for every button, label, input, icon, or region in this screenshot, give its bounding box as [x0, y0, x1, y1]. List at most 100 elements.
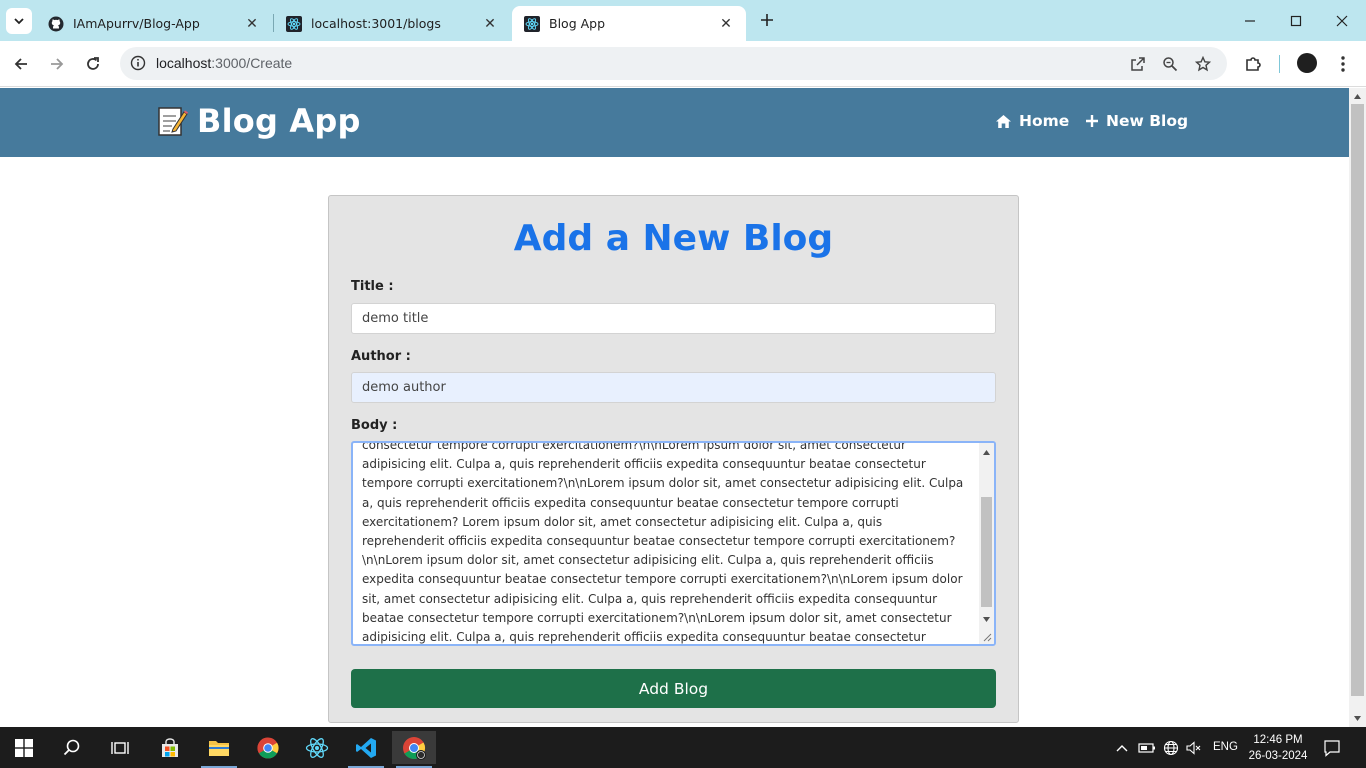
url-text: localhost:3000/Create: [156, 55, 292, 71]
brand-logo[interactable]: Blog App: [156, 102, 361, 140]
taskbar-store[interactable]: [148, 731, 192, 764]
tab-search-button[interactable]: [6, 8, 32, 34]
task-view-button[interactable]: [98, 731, 142, 764]
browser-tab-strip: IAmApurrv/Blog-App ✕ localhost:3001/blog…: [0, 0, 1366, 41]
brand-name: Blog App: [197, 102, 361, 140]
arrow-left-icon: [14, 58, 27, 70]
vscode-icon: [356, 737, 376, 758]
textarea-scrollbar[interactable]: [979, 443, 994, 644]
clock-time: 12:46 PM: [1253, 734, 1303, 746]
address-bar[interactable]: localhost:3000/Create: [120, 47, 1227, 80]
zoom-icon[interactable]: [1159, 53, 1181, 75]
nav-new-blog-label: New Blog: [1106, 112, 1189, 130]
plus-icon: [1086, 115, 1098, 127]
open-in-app-icon[interactable]: [1127, 53, 1149, 75]
folder-icon: [209, 740, 229, 756]
browser-tab-blogs[interactable]: localhost:3001/blogs ✕: [274, 6, 510, 41]
input-language[interactable]: ENG: [1213, 741, 1238, 753]
react-icon: [305, 737, 329, 758]
bookmark-star-icon[interactable]: [1192, 53, 1214, 75]
maximize-button[interactable]: [1283, 8, 1309, 34]
chrome-icon: [257, 737, 279, 759]
app-navbar: Blog App Home New Blog: [0, 88, 1349, 157]
body-label: Body :: [351, 418, 398, 433]
page-viewport: Blog App Home New Blog Add a New Blog Ti…: [0, 88, 1349, 727]
minimize-button[interactable]: [1237, 8, 1263, 34]
add-blog-button[interactable]: Add Blog: [351, 669, 996, 708]
tab-title: Blog App: [549, 16, 606, 31]
tab-title: localhost:3001/blogs: [311, 16, 441, 31]
reload-button[interactable]: [80, 51, 106, 77]
browser-tab-github[interactable]: IAmApurrv/Blog-App ✕: [36, 6, 272, 41]
github-icon: [48, 16, 64, 32]
scroll-down-icon[interactable]: [1353, 714, 1362, 723]
title-input[interactable]: demo title: [351, 303, 996, 334]
url-host: localhost: [156, 55, 212, 71]
taskbar-search-button[interactable]: [50, 731, 94, 764]
new-tab-button[interactable]: [756, 10, 778, 32]
arrow-right-icon: [51, 58, 64, 70]
taskbar-react-app[interactable]: [295, 731, 339, 764]
network-globe-icon[interactable]: [1162, 739, 1180, 757]
body-textarea[interactable]: consectetur tempore corrupti exercitatio…: [351, 441, 996, 646]
author-input[interactable]: demo author: [351, 372, 996, 403]
nav-home-label: Home: [1019, 112, 1070, 130]
taskbar-file-explorer[interactable]: [197, 731, 241, 768]
battery-icon[interactable]: [1138, 739, 1156, 757]
profile-avatar[interactable]: [1297, 53, 1317, 73]
browser-menu-button[interactable]: [1330, 51, 1356, 77]
chrome-icon: [403, 736, 426, 760]
maximize-icon: [1290, 15, 1302, 27]
forward-button[interactable]: [44, 51, 70, 77]
chevron-down-icon: [14, 18, 24, 25]
volume-muted-icon[interactable]: [1185, 739, 1203, 757]
page-scrollbar[interactable]: [1349, 88, 1366, 727]
scroll-up-icon[interactable]: [982, 448, 991, 457]
title-label: Title :: [351, 279, 394, 294]
reload-icon: [87, 57, 99, 70]
microsoft-store-icon: [162, 737, 178, 757]
puzzle-icon: [1246, 57, 1261, 71]
notification-center-icon[interactable]: [1323, 739, 1341, 757]
home-icon: [996, 114, 1011, 128]
memo-emoji-icon: [158, 107, 188, 136]
nav-home-link[interactable]: Home: [995, 112, 1069, 130]
scroll-down-icon[interactable]: [982, 615, 991, 624]
toolbar-divider: [1279, 55, 1280, 73]
start-button[interactable]: [2, 731, 46, 764]
clock-date: 26-03-2024: [1248, 750, 1308, 762]
close-icon[interactable]: ✕: [482, 16, 498, 32]
create-blog-form: Add a New Blog Title : demo title Author…: [328, 195, 1019, 723]
taskbar-chrome-active[interactable]: [392, 731, 436, 768]
close-icon[interactable]: ✕: [718, 16, 734, 32]
tray-overflow-icon[interactable]: [1113, 739, 1131, 757]
react-icon: [286, 15, 302, 32]
minimize-icon: [1245, 20, 1255, 22]
extensions-button[interactable]: [1240, 51, 1266, 77]
tab-title: IAmApurrv/Blog-App: [73, 16, 200, 31]
resize-handle-icon[interactable]: [983, 633, 992, 642]
url-path: :3000/Create: [211, 55, 293, 71]
close-window-button[interactable]: [1329, 8, 1355, 34]
more-vertical-icon: [1341, 56, 1345, 72]
back-button[interactable]: [8, 51, 34, 77]
close-icon: [1336, 15, 1348, 27]
scroll-up-icon[interactable]: [1353, 92, 1362, 101]
textarea-scroll-thumb[interactable]: [981, 497, 992, 607]
task-view-icon: [111, 741, 129, 754]
windows-logo-icon: [15, 738, 33, 757]
nav-new-blog-link[interactable]: New Blog: [1085, 112, 1188, 130]
site-info-icon[interactable]: [128, 53, 148, 73]
body-text: consectetur tempore corrupti exercitatio…: [362, 441, 964, 645]
browser-tab-blog-app[interactable]: Blog App ✕: [512, 6, 746, 41]
form-heading: Add a New Blog: [513, 218, 834, 259]
taskbar-vscode[interactable]: [344, 731, 388, 768]
taskbar-chrome[interactable]: [246, 731, 290, 764]
plus-icon: [761, 14, 773, 26]
system-clock[interactable]: 12:46 PM 26-03-2024: [1248, 732, 1308, 764]
page-scroll-thumb[interactable]: [1351, 104, 1364, 696]
search-icon: [63, 739, 80, 755]
react-icon: [524, 15, 540, 32]
author-label: Author :: [351, 349, 411, 364]
close-icon[interactable]: ✕: [244, 16, 260, 32]
